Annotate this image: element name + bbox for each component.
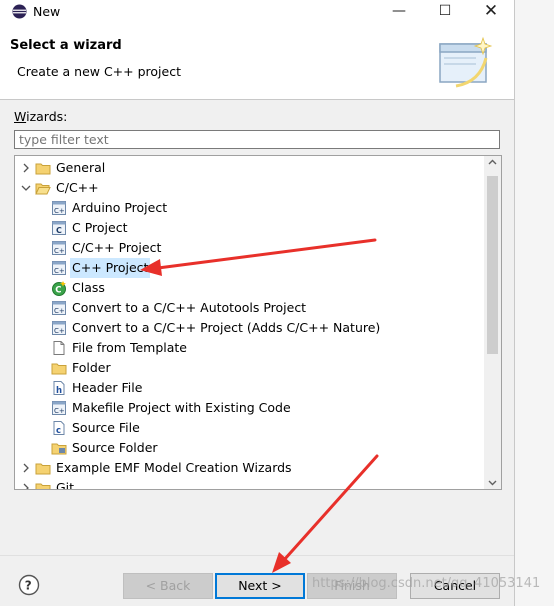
svg-text:C+: C+ bbox=[54, 207, 65, 215]
cpp-project-icon: C+ bbox=[52, 321, 66, 335]
tree-item-convert-autotools[interactable]: C+ Convert to a C/C++ Autotools Project bbox=[15, 298, 485, 318]
tree-item-arduino-project[interactable]: C+ Arduino Project bbox=[15, 198, 485, 218]
tree-item-label: Folder bbox=[72, 360, 111, 375]
tree-item-makefile-project[interactable]: C+ Makefile Project with Existing Code bbox=[15, 398, 485, 418]
tree-item-convert-nature[interactable]: C+ Convert to a C/C++ Project (Adds C/C+… bbox=[15, 318, 485, 338]
tree-item-file-from-template[interactable]: File from Template bbox=[15, 338, 485, 358]
source-folder-icon bbox=[51, 443, 67, 455]
folder-open-icon bbox=[35, 183, 51, 195]
tree-item-folder[interactable]: Folder bbox=[15, 358, 485, 378]
svg-text:C+: C+ bbox=[54, 407, 65, 415]
cpp-project-icon: C+ bbox=[52, 301, 66, 315]
folder-icon bbox=[35, 463, 51, 475]
tree-scrollbar[interactable] bbox=[484, 156, 501, 489]
tree-item-label: Makefile Project with Existing Code bbox=[72, 400, 291, 415]
tree-item-label: C Project bbox=[72, 220, 128, 235]
tree-item-label: File from Template bbox=[72, 340, 187, 355]
tree-item-label: Header File bbox=[72, 380, 143, 395]
scroll-up-icon[interactable] bbox=[488, 158, 497, 167]
close-button[interactable]: ✕ bbox=[468, 0, 514, 24]
chevron-down-icon[interactable] bbox=[21, 183, 31, 193]
maximize-button[interactable]: ☐ bbox=[422, 0, 468, 24]
tree-item-label: Example EMF Model Creation Wizards bbox=[56, 460, 292, 475]
new-wizard-banner-icon bbox=[439, 36, 493, 88]
wizard-header: Select a wizard Create a new C++ project bbox=[0, 24, 514, 99]
wizard-description: Create a new C++ project bbox=[17, 64, 181, 79]
folder-icon bbox=[51, 363, 67, 375]
help-icon[interactable]: ? bbox=[18, 574, 40, 596]
chevron-right-icon[interactable] bbox=[21, 163, 31, 173]
tree-item-header-file[interactable]: h Header File bbox=[15, 378, 485, 398]
source-file-icon: c bbox=[53, 421, 65, 436]
folder-icon bbox=[35, 483, 51, 489]
tree-item-source-file[interactable]: c Source File bbox=[15, 418, 485, 438]
tree-item-example-emf[interactable]: Example EMF Model Creation Wizards bbox=[15, 458, 485, 478]
svg-text:C+: C+ bbox=[54, 307, 65, 315]
back-button[interactable]: < Back bbox=[123, 573, 213, 599]
wizard-title: Select a wizard bbox=[10, 38, 122, 53]
window-title: New bbox=[33, 4, 61, 19]
title-bar: New — ☐ ✕ bbox=[0, 0, 514, 24]
background-window-edge bbox=[514, 0, 554, 606]
tree-item-label: Source Folder bbox=[72, 440, 158, 455]
scrollbar-thumb[interactable] bbox=[487, 176, 498, 354]
class-icon: C bbox=[52, 281, 66, 296]
tree-item-git[interactable]: Git bbox=[15, 478, 485, 490]
svg-text:?: ? bbox=[25, 579, 32, 593]
tree-item-label: Git bbox=[56, 480, 75, 490]
finish-button[interactable]: Finish bbox=[307, 573, 397, 599]
cpp-project-icon: C+ bbox=[52, 201, 66, 215]
svg-text:C+: C+ bbox=[54, 327, 65, 335]
header-separator bbox=[0, 99, 514, 100]
wizard-tree[interactable]: General C/C++ C+ Arduino Project C C Pro… bbox=[14, 155, 502, 490]
tree-item-general[interactable]: General bbox=[15, 158, 485, 178]
next-button[interactable]: Next > bbox=[215, 573, 305, 599]
cpp-project-icon: C+ bbox=[52, 261, 66, 275]
tree-item-label: General bbox=[56, 160, 106, 175]
tree-item-cpp-project[interactable]: C+ C++ Project bbox=[15, 258, 485, 278]
c-project-icon: C bbox=[52, 221, 66, 235]
wizard-filter-input[interactable] bbox=[14, 130, 500, 149]
tree-item-label: C++ Project bbox=[70, 258, 151, 278]
tree-item-label: Arduino Project bbox=[72, 200, 168, 215]
cancel-button[interactable]: Cancel bbox=[410, 573, 500, 599]
svg-text:h: h bbox=[56, 386, 62, 396]
svg-text:C: C bbox=[55, 286, 61, 296]
svg-text:C+: C+ bbox=[54, 247, 65, 255]
tree-item-label: Convert to a C/C++ Autotools Project bbox=[72, 300, 307, 315]
footer-separator bbox=[0, 555, 514, 556]
chevron-right-icon[interactable] bbox=[21, 483, 31, 490]
file-icon bbox=[53, 341, 65, 355]
cpp-project-icon: C+ bbox=[52, 241, 66, 255]
header-file-icon: h bbox=[53, 381, 65, 396]
tree-item-class[interactable]: C Class bbox=[15, 278, 485, 298]
folder-icon bbox=[35, 163, 51, 175]
eclipse-logo-icon bbox=[12, 4, 27, 19]
tree-item-source-folder[interactable]: Source Folder bbox=[15, 438, 485, 458]
svg-text:C: C bbox=[56, 226, 62, 235]
cpp-project-icon: C+ bbox=[52, 401, 66, 415]
svg-text:C+: C+ bbox=[54, 267, 65, 275]
scroll-down-icon[interactable] bbox=[488, 478, 497, 487]
chevron-right-icon[interactable] bbox=[21, 463, 31, 473]
tree-item-label: Source File bbox=[72, 420, 140, 435]
minimize-button[interactable]: — bbox=[376, 0, 422, 24]
tree-item-c-cpp-project[interactable]: C+ C/C++ Project bbox=[15, 238, 485, 258]
tree-item-label: C/C++ bbox=[56, 180, 99, 195]
tree-item-cpp-category[interactable]: C/C++ bbox=[15, 178, 485, 198]
svg-text:c: c bbox=[56, 426, 61, 436]
tree-item-c-project[interactable]: C C Project bbox=[15, 218, 485, 238]
wizards-label: Wizards: bbox=[14, 109, 68, 124]
tree-item-label: Convert to a C/C++ Project (Adds C/C++ N… bbox=[72, 320, 381, 335]
tree-item-label: Class bbox=[72, 280, 105, 295]
tree-item-label: C/C++ Project bbox=[72, 240, 162, 255]
